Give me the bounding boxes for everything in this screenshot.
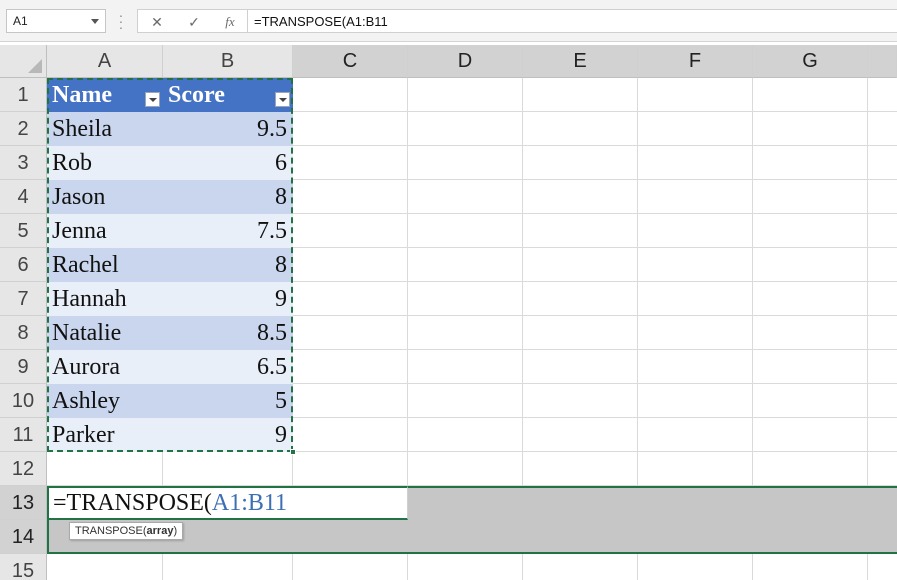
column-header-e[interactable]: E (523, 45, 638, 78)
row-header-13[interactable]: 13 (0, 486, 47, 520)
row-header-3[interactable]: 3 (0, 146, 47, 180)
table-cell-score[interactable]: 6 (163, 146, 293, 180)
insert-function-icon[interactable]: fx (216, 12, 244, 32)
table-cell-name[interactable]: Natalie (47, 316, 163, 350)
row-header-8[interactable]: 8 (0, 316, 47, 350)
row-header-10[interactable]: 10 (0, 384, 47, 418)
row-header-9[interactable]: 9 (0, 350, 47, 384)
table-cell-score[interactable]: 8.5 (163, 316, 293, 350)
filter-dropdown-icon[interactable] (275, 92, 290, 107)
filter-dropdown-icon[interactable] (145, 92, 160, 107)
name-box[interactable]: A1 (6, 9, 106, 33)
row-header-5[interactable]: 5 (0, 214, 47, 248)
table-cell-score[interactable]: 8 (163, 248, 293, 282)
table-header-score[interactable]: Score (163, 78, 293, 112)
column-header-f[interactable]: F (638, 45, 753, 78)
table-cell-score[interactable]: 9.5 (163, 112, 293, 146)
select-all-icon (28, 59, 42, 73)
row-header-6[interactable]: 6 (0, 248, 47, 282)
column-header-d[interactable]: D (408, 45, 523, 78)
chevron-down-icon[interactable] (91, 19, 99, 24)
table-header-label: Name (52, 82, 112, 108)
row-header-14[interactable]: 14 (0, 520, 47, 554)
spreadsheet-grid: A B C D E F G 1 2 3 4 5 6 7 8 9 10 11 12… (0, 45, 897, 580)
table-cell-score[interactable]: 9 (163, 418, 293, 452)
column-header-g[interactable]: G (753, 45, 868, 78)
cancel-icon[interactable]: ✕ (143, 12, 171, 32)
table-cell-score[interactable]: 7.5 (163, 214, 293, 248)
function-tooltip[interactable]: TRANSPOSE(array) (69, 522, 184, 540)
table-cell-name[interactable]: Jason (47, 180, 163, 214)
formula-text: =TRANSPOSE( (53, 490, 212, 516)
select-all-button[interactable] (0, 45, 47, 78)
table-cell-name[interactable]: Hannah (47, 282, 163, 316)
row-header-7[interactable]: 7 (0, 282, 47, 316)
table-cell-name[interactable]: Parker (47, 418, 163, 452)
table-cell-score[interactable]: 6.5 (163, 350, 293, 384)
table-cell-name[interactable]: Jenna (47, 214, 163, 248)
table-cell-name[interactable]: Ashley (47, 384, 163, 418)
table-cell-name[interactable]: Sheila (47, 112, 163, 146)
more-options-icon[interactable]: · · · (118, 8, 124, 34)
column-header-b[interactable]: B (163, 45, 293, 78)
row-header-4[interactable]: 4 (0, 180, 47, 214)
tooltip-close-paren: ) (173, 525, 178, 537)
tooltip-argument: array (146, 525, 174, 537)
table-cell-score[interactable]: 9 (163, 282, 293, 316)
formula-reference: A1:B11 (211, 490, 288, 516)
table-header-name[interactable]: Name (47, 78, 163, 112)
formula-bar: A1 · · · ✕ ✓ fx =TRANSPOSE(A1:B11 (0, 0, 897, 42)
formula-buttons: ✕ ✓ fx (137, 9, 247, 33)
table-cell-score[interactable]: 5 (163, 384, 293, 418)
active-cell-editor[interactable]: =TRANSPOSE(A1:B11 (47, 486, 408, 520)
table-cell-name[interactable]: Rachel (47, 248, 163, 282)
row-header-2[interactable]: 2 (0, 112, 47, 146)
name-box-value: A1 (13, 14, 28, 28)
tooltip-function: TRANSPOSE( (75, 525, 147, 537)
column-header-h[interactable] (868, 45, 897, 78)
column-header-c[interactable]: C (293, 45, 408, 78)
formula-input[interactable]: =TRANSPOSE(A1:B11 (247, 9, 897, 33)
table-cell-name[interactable]: Aurora (47, 350, 163, 384)
enter-icon[interactable]: ✓ (180, 12, 208, 32)
row-header-11[interactable]: 11 (0, 418, 47, 452)
table-cell-score[interactable]: 8 (163, 180, 293, 214)
row-header-1[interactable]: 1 (0, 78, 47, 112)
row-header-12[interactable]: 12 (0, 452, 47, 486)
table-header-label: Score (168, 82, 225, 108)
column-header-a[interactable]: A (47, 45, 163, 78)
row-header-15[interactable]: 15 (0, 554, 47, 580)
table-cell-name[interactable]: Rob (47, 146, 163, 180)
